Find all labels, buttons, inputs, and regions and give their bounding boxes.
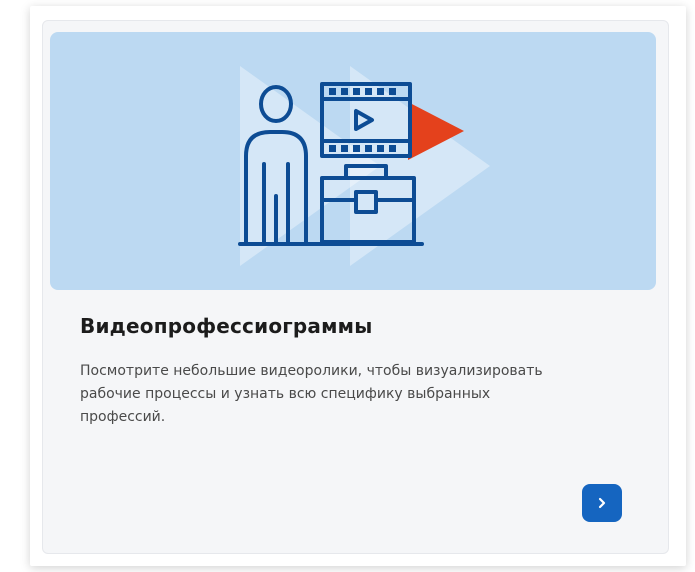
open-card-button[interactable] xyxy=(582,484,622,522)
card-illustration xyxy=(50,32,656,290)
card-title: Видеопрофессиограммы xyxy=(80,314,373,338)
chevron-right-icon xyxy=(598,497,606,509)
card-description: Посмотрите небольшие видеоролики, чтобы … xyxy=(80,363,543,425)
person-video-briefcase-icon xyxy=(238,66,490,266)
